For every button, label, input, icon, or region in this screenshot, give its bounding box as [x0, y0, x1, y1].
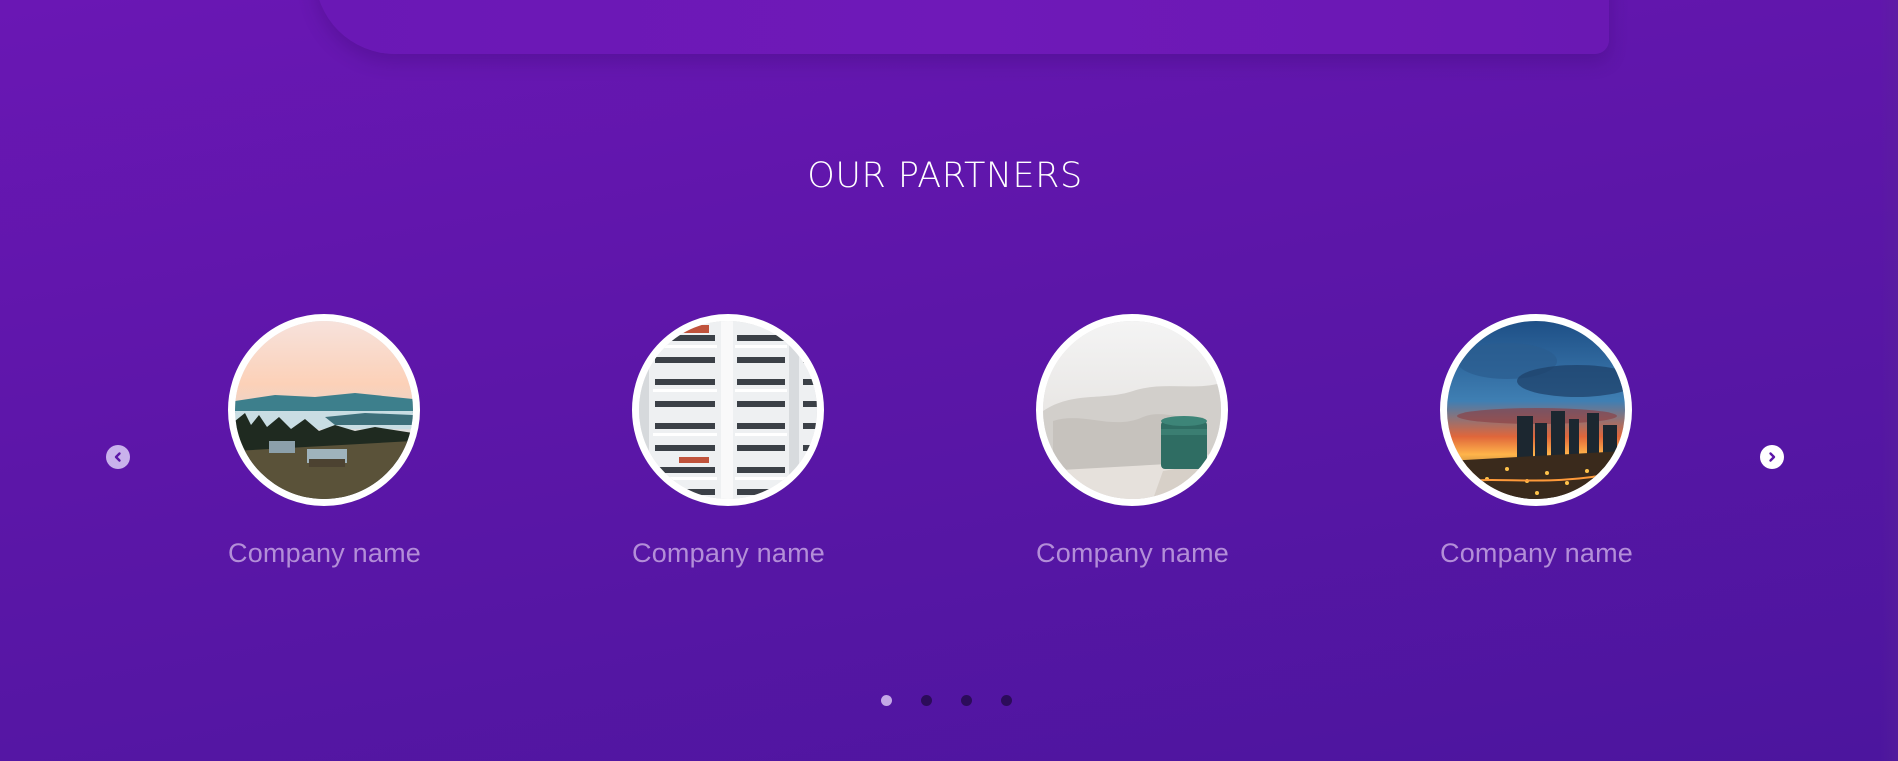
partner-logo-image: [1036, 314, 1228, 506]
chevron-left-icon: [114, 452, 121, 462]
partner-logo-image: [228, 314, 420, 506]
section-title: OUR PARTNERS: [807, 156, 1083, 196]
partner-name: Company name: [632, 538, 825, 568]
partner-logo-image: [632, 314, 824, 506]
scrollbar-shade: [1880, 0, 1898, 761]
partner-name: Company name: [228, 538, 421, 568]
partner-logo-image: [1440, 314, 1632, 506]
partner-card[interactable]: Company name: [1426, 314, 1686, 574]
pagination-dot-3[interactable]: [961, 695, 972, 706]
partner-card[interactable]: Company name: [214, 314, 474, 574]
carousel-prev-button[interactable]: [106, 445, 130, 469]
partner-card[interactable]: Company name: [618, 314, 878, 574]
pagination-dot-4[interactable]: [1001, 695, 1012, 706]
partner-name: Company name: [1440, 538, 1633, 568]
pagination-dot-2[interactable]: [921, 695, 932, 706]
partner-card[interactable]: Company name: [1022, 314, 1282, 574]
carousel-pagination: [881, 695, 1012, 706]
partner-name: Company name: [1036, 538, 1229, 568]
carousel-next-button[interactable]: [1760, 445, 1784, 469]
pagination-dot-1[interactable]: [881, 695, 892, 706]
chevron-right-icon: [1769, 452, 1776, 462]
top-content-card: [315, 0, 1609, 54]
